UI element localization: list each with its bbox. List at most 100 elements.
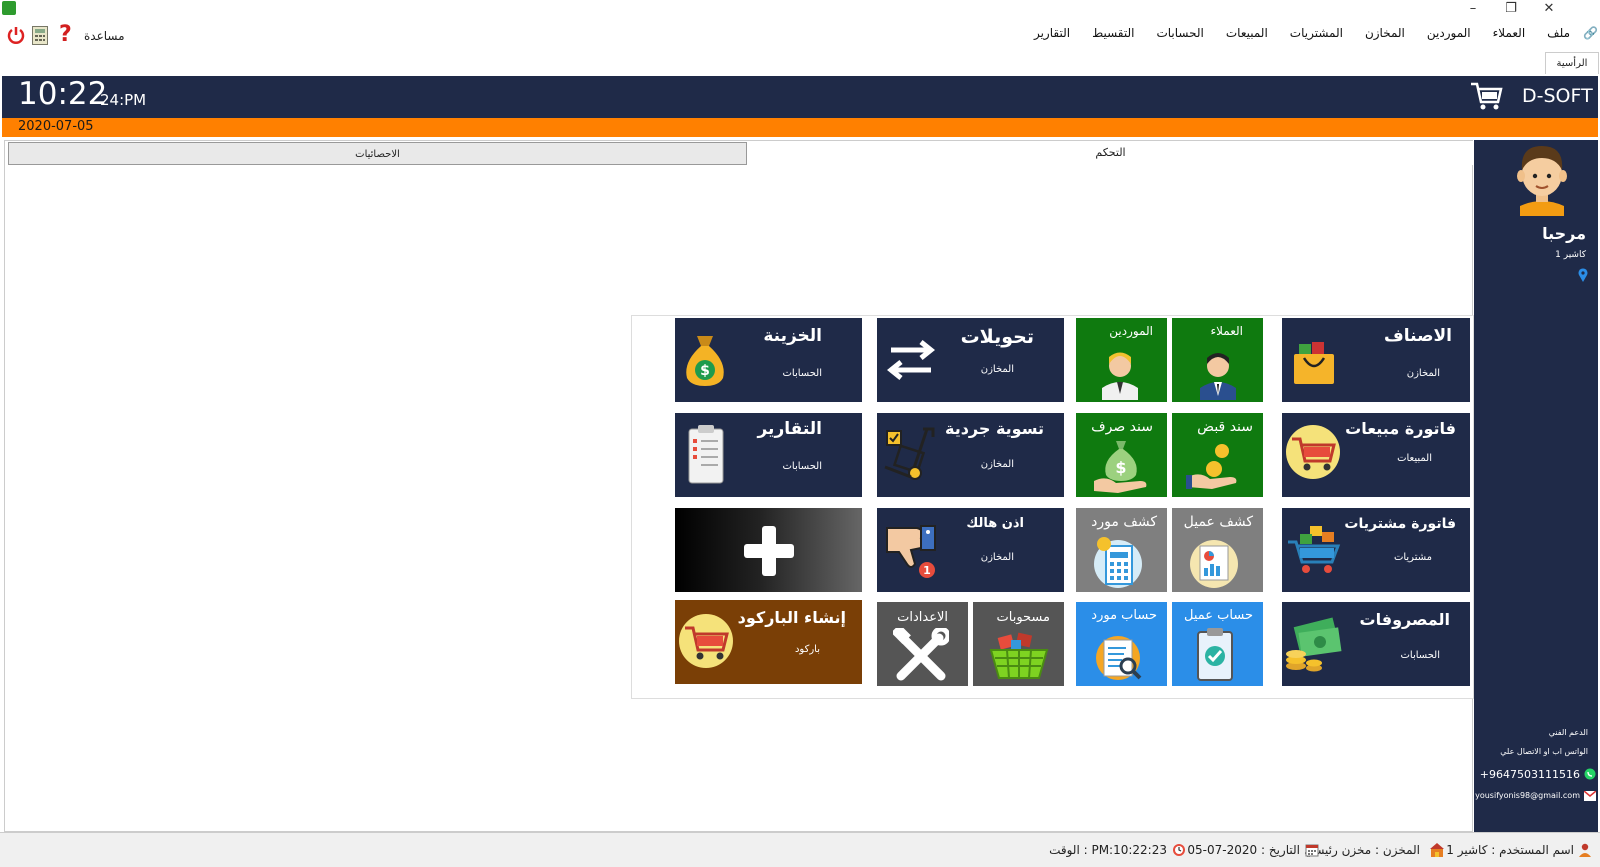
calendar-status-icon (1305, 844, 1319, 857)
customer-statement-icon (1190, 540, 1238, 588)
receive-coin-icon (1186, 444, 1237, 489)
app-window: – ❐ ✕ ? مساعدة 🔗 ملف العملاء الموردين ال… (0, 0, 1600, 867)
tab-statistics[interactable]: الاحصائيات (8, 142, 747, 165)
svg-text:$: $ (700, 363, 710, 379)
basket-icon (989, 632, 1049, 679)
help-label[interactable]: مساعدة (84, 29, 125, 43)
tile-transfers-sub: المخازن (980, 364, 1014, 375)
header-date: 2020-07-05 (18, 119, 94, 134)
cart-icon (1471, 82, 1503, 110)
whatsapp-icon[interactable] (1584, 768, 1596, 780)
support-email: yousifyonis98@gmail.com (1475, 791, 1580, 800)
calculator-icon[interactable] (32, 26, 48, 45)
email-icon[interactable] (1584, 791, 1596, 801)
tile-inventory[interactable]: تسوية جردية المخازن (877, 413, 1064, 497)
tile-supplier-account[interactable]: حساب مورد (1076, 602, 1167, 686)
purchase-cart-icon (1288, 526, 1341, 573)
tile-transfers[interactable]: تحويلات المخازن (877, 318, 1064, 402)
store-status-icon (1430, 843, 1444, 857)
tile-settings-title: الاعدادات (897, 610, 948, 625)
power-icon[interactable] (6, 25, 26, 45)
thumbs-down-icon: 1 (886, 525, 936, 578)
maximize-button[interactable]: ❐ (1492, 0, 1530, 18)
contact-line: الواتس اب او الاتصال علي (1500, 747, 1588, 756)
menu-item-reports[interactable]: التقارير (1034, 26, 1070, 46)
tile-damage-title: اذن هالك (966, 516, 1024, 531)
tile-suppliers[interactable]: الموردين (1076, 318, 1167, 402)
tile-items-sub: المخازن (1406, 368, 1440, 379)
tile-customer-account[interactable]: حساب عميل (1172, 602, 1263, 686)
tile-customers[interactable]: العملاء (1172, 318, 1263, 402)
menu-item-file[interactable]: ملف (1547, 26, 1570, 46)
tile-barcode[interactable]: إنشاء الباركود باركود (675, 600, 862, 684)
support-title: الدعم الفني (1548, 728, 1588, 737)
menu-item-sales[interactable]: المبيعات (1226, 26, 1268, 46)
svg-text:1: 1 (923, 564, 931, 577)
date-bar: 2020-07-05 (2, 118, 1598, 137)
tile-customers-title: العملاء (1210, 324, 1243, 338)
tile-items[interactable]: الاصناف المخازن (1282, 318, 1470, 402)
tile-suppliers-title: الموردين (1109, 324, 1153, 338)
tile-supplier-statement-title: كشف مورد (1091, 514, 1157, 530)
link-icon: 🔗 (1583, 26, 1598, 40)
menu-item-stores[interactable]: المخازن (1365, 26, 1405, 46)
tile-supplier-statement[interactable]: كشف مورد (1076, 508, 1167, 592)
brand-name: D-SOFT (1522, 85, 1593, 107)
tile-payment-title: سند صرف (1091, 419, 1153, 435)
tile-treasury[interactable]: الخزينة الحسابات $ (675, 318, 862, 402)
tile-receipt-title: سند قبض (1197, 419, 1253, 435)
menu-item-purchases[interactable]: المشتريات (1290, 26, 1343, 46)
sidebar: مرحبا كاشير 1 الدعم الفني الواتس اب او ا… (1474, 140, 1598, 832)
location-pin-icon (1578, 268, 1588, 282)
support-phone: +9647503111516 (1479, 768, 1580, 781)
customer-person-icon (1200, 353, 1236, 400)
tile-purchase-invoice-title: فاتورة مشتريات (1344, 516, 1456, 532)
transfer-arrows-icon (886, 340, 936, 380)
pay-money-bag-icon: $ (1094, 441, 1147, 493)
plus-icon (744, 526, 794, 576)
supplier-person-icon (1102, 352, 1138, 400)
tile-withdrawals[interactable]: مسحوبات (973, 602, 1064, 686)
menu-item-customers[interactable]: العملاء (1493, 26, 1526, 46)
tab-home[interactable]: الرأسية (1545, 52, 1599, 74)
tile-treasury-sub: الحسابات (782, 368, 823, 379)
app-icon (2, 1, 16, 15)
tile-sales-invoice-sub: المبيعات (1397, 453, 1432, 464)
tile-purchase-invoice[interactable]: فاتورة مشتريات مشتريات (1282, 508, 1470, 592)
sales-cart-icon (1286, 425, 1340, 479)
tools-icon (893, 628, 949, 681)
tile-expenses[interactable]: المصروفات الحسابات (1282, 602, 1470, 686)
tile-customer-account-title: حساب عميل (1183, 608, 1253, 623)
hand-truck-icon (884, 427, 935, 480)
tile-damage-sub: المخازن (980, 552, 1014, 563)
main-menu: ملف العملاء الموردين المخازن المشتريات ا… (1034, 26, 1570, 46)
tile-withdrawals-title: مسحوبات (996, 610, 1051, 625)
tile-expenses-sub: الحسابات (1400, 650, 1441, 661)
clock-time: 10:22 (18, 76, 108, 112)
tile-barcode-sub: باركود (794, 644, 820, 655)
tile-reports[interactable]: التقارير الحسابات (675, 413, 862, 497)
menu-item-suppliers[interactable]: الموردين (1427, 26, 1471, 46)
tile-add-new[interactable] (675, 508, 862, 592)
tab-control[interactable]: التحكم (747, 141, 1474, 165)
tile-transfers-title: تحويلات (960, 326, 1034, 348)
help-icon[interactable]: ? (59, 22, 72, 47)
tile-payment[interactable]: سند صرف $ (1076, 413, 1167, 497)
menu-item-accounts[interactable]: الحسابات (1156, 26, 1203, 46)
minimize-button[interactable]: – (1454, 0, 1492, 18)
tile-settings[interactable]: الاعدادات (877, 602, 968, 686)
money-bag-icon: $ (686, 336, 724, 386)
tile-sales-invoice[interactable]: فاتورة مبيعات المبيعات (1282, 413, 1470, 497)
status-time: الوقت : PM:10:22:23 (1049, 843, 1167, 857)
tile-receipt[interactable]: سند قبض (1172, 413, 1263, 497)
status-bar: اسم المستخدم : كاشير 1 المخزن : مخزن رئي… (0, 832, 1600, 867)
expenses-money-icon (1286, 617, 1342, 672)
close-button[interactable]: ✕ (1530, 0, 1568, 18)
menu-item-installments[interactable]: التقسيط (1092, 26, 1134, 46)
customer-account-icon (1197, 628, 1233, 681)
tile-inventory-sub: المخازن (980, 459, 1014, 470)
supplier-account-icon (1096, 636, 1142, 680)
tile-customer-statement[interactable]: كشف عميل (1172, 508, 1263, 592)
tile-damage[interactable]: اذن هالك المخازن 1 (877, 508, 1064, 592)
supplier-statement-icon (1094, 537, 1142, 588)
